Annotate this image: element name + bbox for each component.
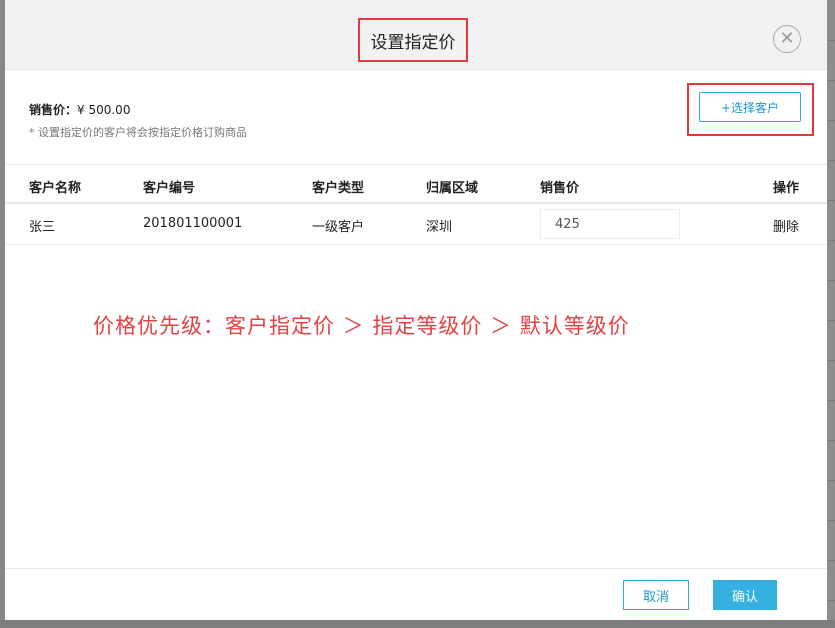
background-right-edge (827, 0, 835, 628)
set-price-dialog: 设置指定价 ✕ 销售价：¥ 500.00 * 设置指定价的客户将会按指定价格订购… (5, 0, 827, 620)
table-header: 客户名称 客户编号 客户类型 归属区域 销售价 操作 (5, 164, 827, 204)
dialog-header: 设置指定价 ✕ (5, 0, 827, 70)
delete-button[interactable]: 删除 (773, 216, 799, 235)
column-header-customer-type: 客户类型 (312, 181, 365, 196)
cell-customer-name: 张三 (29, 220, 56, 235)
sale-price-value: ¥ 500.00 (77, 103, 131, 117)
confirm-button[interactable]: 确认 (713, 580, 777, 610)
cell-region: 深圳 (426, 220, 453, 235)
column-header-sale-price: 销售价 (540, 181, 580, 196)
sale-price-summary: 销售价：¥ 500.00 (29, 101, 130, 118)
cancel-button[interactable]: 取消 (623, 580, 689, 610)
price-priority-annotation: 价格优先级：客户指定价 ＞ 指定等级价 ＞ 默认等级价 (93, 314, 630, 338)
column-header-customer-code: 客户编号 (143, 181, 196, 196)
dialog-title: 设置指定价 (358, 18, 468, 62)
select-customer-button[interactable]: +选择客户 (699, 92, 801, 122)
sale-price-label: 销售价： (29, 103, 78, 117)
close-icon: ✕ (779, 28, 795, 49)
price-note: * 设置指定价的客户将会按指定价格订购商品 (29, 126, 247, 139)
background-bottom-edge (0, 620, 835, 628)
dialog-footer: 取消 确认 (5, 568, 827, 620)
sale-price-input[interactable] (540, 209, 680, 239)
cell-customer-code: 201801100001 (143, 216, 243, 231)
column-header-region: 归属区域 (426, 181, 479, 196)
cell-customer-type: 一级客户 (312, 220, 365, 235)
column-header-action: 操作 (773, 181, 800, 196)
table-row: 张三 201801100001 一级客户 深圳 删除 (5, 204, 827, 245)
close-button[interactable]: ✕ (773, 25, 801, 53)
column-header-customer-name: 客户名称 (29, 181, 82, 196)
